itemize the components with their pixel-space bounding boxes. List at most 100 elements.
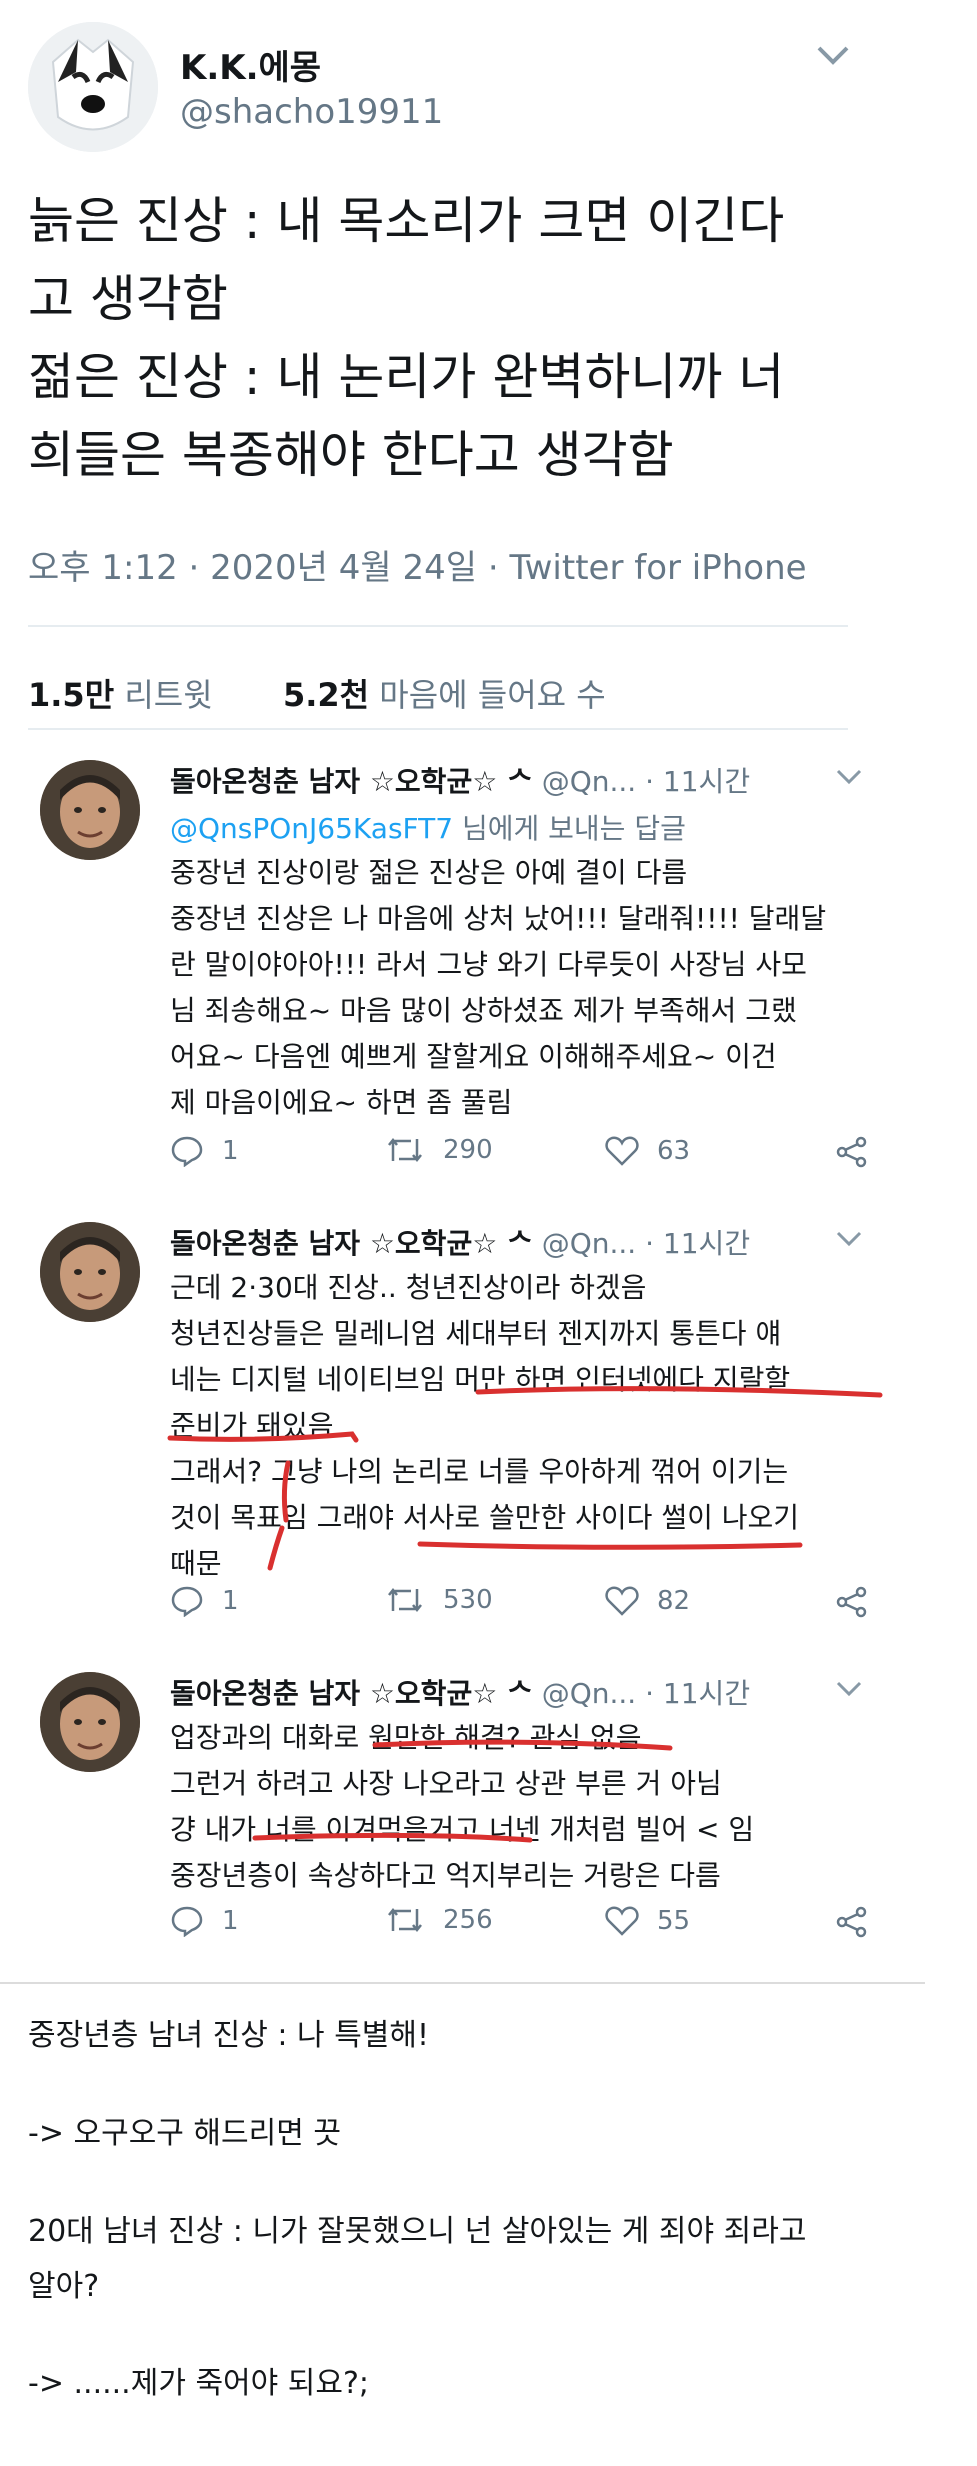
heart-icon bbox=[605, 1586, 639, 1616]
tweet-source[interactable]: Twitter for iPhone bbox=[509, 548, 806, 588]
comment-bubble-icon bbox=[171, 1136, 203, 1167]
share-icon bbox=[836, 1136, 867, 1168]
reply-actions: 1 256 55 bbox=[0, 1905, 977, 1945]
reply-line: 때문 bbox=[170, 1547, 222, 1580]
reply-count: 1 bbox=[222, 1906, 239, 1936]
tweet-text: 늙은 진상 : 내 목소리가 크면 이긴다 고 생각함 젊은 진상 : 내 논리… bbox=[28, 182, 928, 494]
reply-to-handle[interactable]: @QnsPOnJ65KasFT7 bbox=[170, 812, 453, 845]
reply-actions: 1 290 63 bbox=[0, 1135, 977, 1175]
meta-dot: · bbox=[487, 548, 510, 588]
kk-dog-avatar-icon bbox=[28, 22, 158, 152]
retweet-button[interactable]: 530 bbox=[385, 1585, 493, 1615]
commentary-line: 20대 남녀 진상 : 니가 잘못했으니 넌 살아있는 게 죄야 죄라고 bbox=[28, 2214, 807, 2249]
comment-bubble-icon bbox=[171, 1906, 203, 1937]
reply-header: 돌아온청춘 남자 ☆오학균☆ ᄉ @Qn... · 11시간 bbox=[170, 760, 750, 800]
share-button[interactable] bbox=[835, 1905, 869, 1939]
share-icon bbox=[836, 1586, 867, 1618]
retweet-arrows-icon bbox=[388, 1137, 422, 1163]
reply-line: 네는 디지털 네이티브임 머만 하면 인터넷에다 지랄할 bbox=[170, 1363, 791, 1396]
reply-line: 준비가 돼있음 bbox=[170, 1409, 334, 1442]
reply-menu-chevron-down-icon[interactable] bbox=[835, 760, 863, 795]
comment-bubble-icon bbox=[171, 1586, 203, 1617]
like-button[interactable]: 63 bbox=[605, 1135, 690, 1167]
reply-author-handle[interactable]: @Qn... bbox=[542, 1677, 637, 1710]
like-button[interactable]: 82 bbox=[605, 1585, 690, 1617]
retweet-button[interactable]: 290 bbox=[385, 1135, 493, 1165]
reply-line: 어요~ 다음엔 예쁘게 잘할게요 이해해주세요~ 이건 bbox=[170, 1040, 777, 1073]
reply-line: 근데 2·30대 진상.. 청년진상이라 하겠음 bbox=[170, 1271, 647, 1304]
reply-line: 란 말이야아아!!! 라서 그냥 와기 다루듯이 사장님 사모 bbox=[170, 948, 807, 981]
author-avatar[interactable] bbox=[28, 22, 158, 152]
meta-dot: · bbox=[188, 548, 211, 588]
divider bbox=[28, 728, 848, 730]
reply-count: 1 bbox=[222, 1586, 239, 1616]
reply-actions: 1 530 82 bbox=[0, 1585, 977, 1625]
reply-to-line: @QnsPOnJ65KasFT7 님에게 보내는 답글 bbox=[170, 807, 686, 847]
reply-avatar[interactable] bbox=[40, 1672, 140, 1772]
reply-button[interactable]: 1 bbox=[170, 1135, 239, 1167]
share-button[interactable] bbox=[835, 1585, 869, 1619]
likes-stat[interactable]: 5.2천 마음에 들어요 수 bbox=[283, 676, 606, 714]
reply-text: 업장과의 대화로 원만한 해결? 관심 없음 그런거 하려고 사장 나오라고 상… bbox=[170, 1715, 890, 1899]
reply-line: 중장년 진상은 나 마음에 상처 났어!!! 달래줘!!!! 달래달 bbox=[170, 902, 827, 935]
reply-author-name[interactable]: 돌아온청춘 남자 ☆오학균☆ ᄉ bbox=[170, 765, 533, 798]
reply-header: 돌아온청춘 남자 ☆오학균☆ ᄉ @Qn... · 11시간 bbox=[170, 1222, 750, 1262]
tweet-menu-chevron-down-icon[interactable] bbox=[815, 40, 851, 75]
person-photo-icon bbox=[40, 1222, 140, 1322]
reply-line: 님 죄송해요~ 마음 많이 상하셨죠 제가 부족해서 그랬 bbox=[170, 994, 797, 1027]
commentary-line: 중장년층 남녀 진상 : 나 특별해! bbox=[28, 2018, 430, 2053]
share-button[interactable] bbox=[835, 1135, 869, 1169]
reply-line: 그런거 하려고 사장 나오라고 상관 부른 거 아님 bbox=[170, 1767, 722, 1800]
reply-line: 업장과의 대화로 원만한 해결? 관심 없음 bbox=[170, 1721, 642, 1754]
like-count: 55 bbox=[657, 1906, 691, 1936]
reply-time: · 11시간 bbox=[645, 1677, 751, 1710]
commentary-line: -> ......제가 죽어야 되요?; bbox=[28, 2366, 370, 2401]
tweet-time[interactable]: 오후 1:12 bbox=[28, 548, 178, 588]
reply-avatar[interactable] bbox=[40, 760, 140, 860]
tweet-meta: 오후 1:12 · 2020년 4월 24일 · Twitter for iPh… bbox=[28, 540, 807, 589]
reply-count: 1 bbox=[222, 1136, 239, 1166]
reply-author-name[interactable]: 돌아온청춘 남자 ☆오학균☆ ᄉ bbox=[170, 1677, 533, 1710]
reply-text: 근데 2·30대 진상.. 청년진상이라 하겠음 청년진상들은 밀레니엄 세대부… bbox=[170, 1265, 890, 1587]
reply-line: 중장년층이 속상하다고 억지부리는 거랑은 다름 bbox=[170, 1859, 721, 1892]
reply-time: · 11시간 bbox=[645, 765, 751, 798]
reply-button[interactable]: 1 bbox=[170, 1905, 239, 1937]
reply-line: 그래서? 그냥 나의 논리로 너를 우아하게 꺾어 이기는 bbox=[170, 1455, 789, 1488]
retweet-count: 256 bbox=[443, 1905, 493, 1935]
reply-button[interactable]: 1 bbox=[170, 1585, 239, 1617]
tweet-stats: 1.5만 리트윗 5.2천 마음에 들어요 수 bbox=[28, 670, 606, 716]
author-name[interactable]: K.K.에몽 bbox=[180, 40, 321, 89]
tweet-date[interactable]: 2020년 4월 24일 bbox=[210, 548, 477, 588]
reply-time: · 11시간 bbox=[645, 1227, 751, 1260]
reply-line: 제 마음이에요~ 하면 좀 풀림 bbox=[170, 1086, 513, 1119]
like-count: 63 bbox=[657, 1136, 691, 1166]
tweet-line: 늙은 진상 : 내 목소리가 크면 이긴다 bbox=[28, 192, 785, 250]
reply-line: 걍 내가 너를 이겨먹을거고 너넨 개처럼 빌어 < 임 bbox=[170, 1813, 755, 1846]
author-handle[interactable]: @shacho19911 bbox=[180, 92, 443, 132]
reply-menu-chevron-down-icon[interactable] bbox=[835, 1222, 863, 1257]
reply-menu-chevron-down-icon[interactable] bbox=[835, 1672, 863, 1707]
reply-line: 중장년 진상이랑 젊은 진상은 아예 결이 다름 bbox=[170, 856, 688, 889]
retweet-button[interactable]: 256 bbox=[385, 1905, 493, 1935]
retweet-arrows-icon bbox=[388, 1907, 422, 1933]
reply-author-name[interactable]: 돌아온청춘 남자 ☆오학균☆ ᄉ bbox=[170, 1227, 533, 1260]
reply-line: 청년진상들은 밀레니엄 세대부터 젠지까지 통튼다 얘 bbox=[170, 1317, 782, 1350]
divider bbox=[28, 625, 848, 627]
commentary-line: -> 오구오구 해드리면 끗 bbox=[28, 2116, 341, 2151]
commentary-line: 알아? bbox=[28, 2269, 100, 2304]
reply-line: 것이 목표임 그래야 서사로 쓸만한 사이다 썰이 나오기 bbox=[170, 1501, 800, 1534]
reply-avatar[interactable] bbox=[40, 1222, 140, 1322]
retweet-count: 530 bbox=[443, 1585, 493, 1615]
like-count: 82 bbox=[657, 1586, 691, 1616]
retweet-count: 290 bbox=[443, 1135, 493, 1165]
retweet-arrows-icon bbox=[388, 1587, 422, 1613]
retweets-stat[interactable]: 1.5만 리트윗 bbox=[28, 676, 213, 714]
reply-header: 돌아온청춘 남자 ☆오학균☆ ᄉ @Qn... · 11시간 bbox=[170, 1672, 750, 1712]
reply-author-handle[interactable]: @Qn... bbox=[542, 765, 637, 798]
heart-icon bbox=[605, 1906, 639, 1936]
tweet-line: 고 생각함 bbox=[28, 270, 228, 328]
heart-icon bbox=[605, 1136, 639, 1166]
share-icon bbox=[836, 1906, 867, 1938]
like-button[interactable]: 55 bbox=[605, 1905, 690, 1937]
reply-author-handle[interactable]: @Qn... bbox=[542, 1227, 637, 1260]
